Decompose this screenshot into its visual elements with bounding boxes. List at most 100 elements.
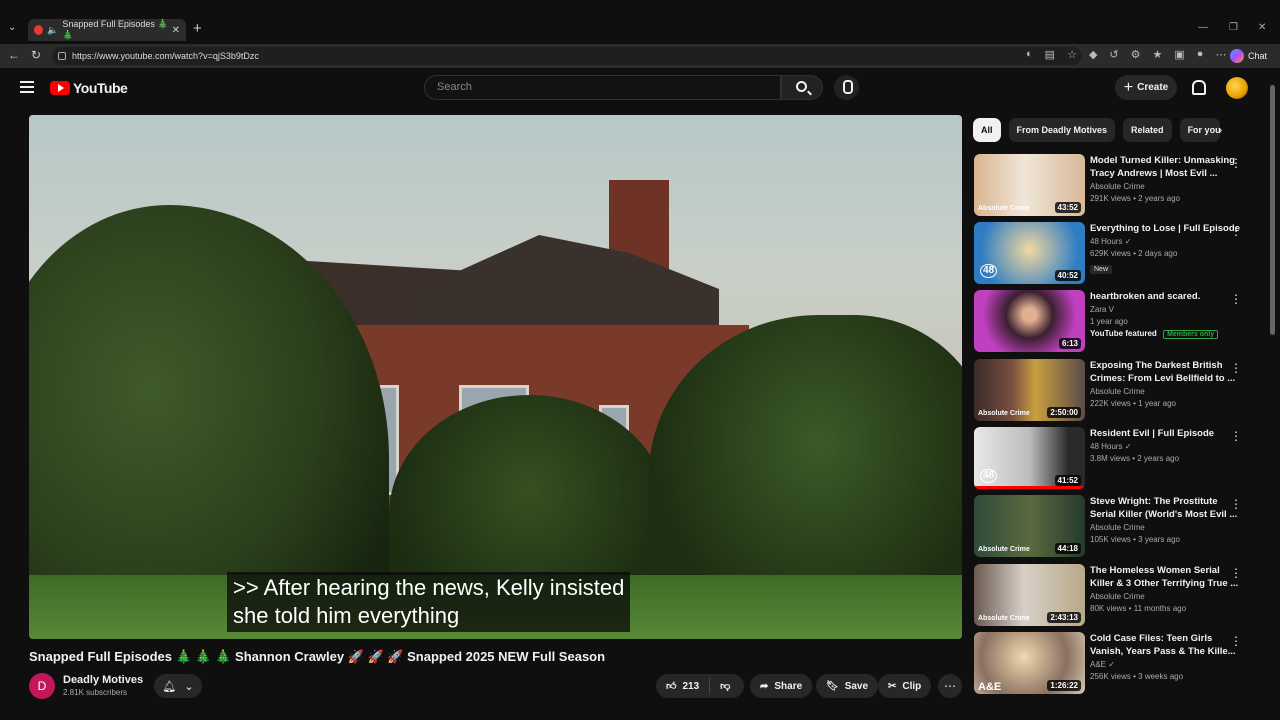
search-input[interactable]: Search — [424, 75, 781, 100]
share-label: Share — [774, 680, 803, 692]
collections-icon[interactable]: ▣ — [1174, 48, 1184, 61]
dislike-button[interactable]: 👎︎ — [710, 680, 740, 692]
recommendation-item[interactable]: Absolute Crime 44:18 Steve Wright: The P… — [974, 495, 1264, 559]
more-actions-icon[interactable]: ⋯ — [938, 674, 962, 698]
recommendation-channel[interactable]: 48 Hours ✓ — [1090, 237, 1240, 246]
reader-icon[interactable]: ▤ — [1045, 48, 1055, 61]
video-thumbnail[interactable]: Absolute Crime 2:43:13 — [974, 564, 1085, 626]
thumbnail-brand: 48 — [980, 264, 998, 278]
search-button[interactable] — [781, 75, 823, 100]
kebab-menu-icon[interactable]: ⋮ — [1230, 224, 1242, 238]
youtube-logo[interactable]: YouTube — [50, 80, 128, 96]
clip-button[interactable]: ✂ Clip — [878, 674, 932, 698]
account-avatar[interactable] — [1226, 77, 1248, 99]
kebab-menu-icon[interactable]: ⋮ — [1230, 566, 1242, 580]
video-thumbnail[interactable]: Absolute Crime 44:18 — [974, 495, 1085, 557]
recommendation-item[interactable]: Absolute Crime 2:50:00 Exposing The Dark… — [974, 359, 1264, 423]
video-thumbnail[interactable]: Absolute Crime 2:50:00 — [974, 359, 1085, 421]
recommendation-channel[interactable]: 48 Hours ✓ — [1090, 442, 1240, 451]
chat-label: Chat — [1248, 51, 1268, 61]
scrollbar-thumb[interactable] — [1270, 85, 1275, 335]
duration-badge: 1:26:22 — [1047, 680, 1081, 691]
recommendation-item[interactable]: Absolute Crime 43:52 Model Turned Killer… — [974, 154, 1264, 218]
recommendation-item[interactable]: A&E 1:26:22 Cold Case Files: Teen Girls … — [974, 632, 1264, 696]
restore-icon[interactable]: ❐ — [1229, 22, 1238, 33]
new-badge: New — [1090, 265, 1113, 274]
kebab-menu-icon[interactable]: ⋮ — [1230, 156, 1242, 170]
sync-icon[interactable]: ↺ — [1109, 48, 1118, 61]
subscription-notifications-button[interactable]: 🔔︎ ⌄ — [154, 674, 202, 698]
channel-avatar[interactable]: D — [29, 673, 55, 699]
recommendation-title[interactable]: Exposing The Darkest British Crimes: Fro… — [1090, 359, 1240, 385]
extension-icon[interactable]: ◆ — [1089, 48, 1097, 61]
favorites-icon[interactable]: ★ — [1153, 48, 1163, 61]
video-thumbnail[interactable]: A&E 1:26:22 — [974, 632, 1085, 694]
favorite-star-icon[interactable]: ☆ — [1067, 48, 1077, 61]
more-menu-icon[interactable]: ⋯ — [1215, 48, 1226, 61]
duration-badge: 2:43:13 — [1047, 612, 1081, 623]
extensions-puzzle-icon[interactable]: ⚙ — [1131, 48, 1141, 61]
video-thumbnail[interactable]: 48 40:52 — [974, 222, 1085, 284]
chip-from-channel[interactable]: From Deadly Motives — [1008, 118, 1116, 142]
kebab-menu-icon[interactable]: ⋮ — [1230, 292, 1242, 306]
kebab-menu-icon[interactable]: ⋮ — [1230, 361, 1242, 375]
recommendation-channel[interactable]: Absolute Crime — [1090, 592, 1240, 601]
copilot-chat-button[interactable]: Chat — [1230, 47, 1267, 65]
video-thumbnail[interactable]: Absolute Crime 43:52 — [974, 154, 1085, 216]
video-thumbnail[interactable]: 6:13 — [974, 290, 1085, 352]
close-tab-icon[interactable]: ✕ — [172, 25, 180, 36]
menu-hamburger-icon[interactable] — [20, 81, 34, 96]
recommendation-item[interactable]: 48 40:52 Everything to Lose | Full Episo… — [974, 222, 1264, 286]
chip-for-you[interactable]: For you — [1179, 118, 1220, 142]
like-button[interactable]: 👍︎ 213 — [656, 678, 711, 694]
notifications-bell-icon[interactable] — [1190, 80, 1206, 95]
recommendation-channel[interactable]: Zara V — [1090, 305, 1240, 314]
recommendation-channel[interactable]: Absolute Crime — [1090, 387, 1240, 396]
thumbnail-brand: A&E — [978, 681, 1002, 693]
recommendation-title[interactable]: The Homeless Women Serial Killer & 3 Oth… — [1090, 564, 1240, 590]
video-thumbnail[interactable]: 48 41:52 — [974, 427, 1085, 489]
recommendation-title[interactable]: Cold Case Files: Teen Girls Vanish, Year… — [1090, 632, 1240, 658]
speaker-icon[interactable]: 🔈 — [47, 25, 58, 36]
recommendation-title[interactable]: Everything to Lose | Full Episode — [1090, 222, 1240, 235]
back-icon[interactable]: ← — [8, 48, 20, 62]
thumbnail-brand: 48 — [980, 469, 998, 483]
recommendation-title[interactable]: Resident Evil | Full Episode — [1090, 427, 1240, 440]
page-scrollbar[interactable] — [1268, 75, 1276, 695]
recommendation-channel[interactable]: A&E ✓ — [1090, 660, 1240, 669]
profile-icon[interactable]: ● — [1197, 48, 1204, 61]
translate-icon[interactable]: ◐ — [1026, 48, 1033, 61]
duration-badge: 43:52 — [1054, 202, 1081, 213]
site-info-icon[interactable] — [58, 52, 66, 60]
recommendation-item[interactable]: 6:13 heartbroken and scared. Zara V 1 ye… — [974, 290, 1264, 354]
chevron-right-icon[interactable]: › — [1218, 122, 1222, 137]
recommendation-item[interactable]: Absolute Crime 2:43:13 The Homeless Wome… — [974, 564, 1264, 628]
chip-all[interactable]: All — [973, 118, 1001, 142]
recommendation-title[interactable]: Steve Wright: The Prostitute Serial Kill… — [1090, 495, 1240, 521]
minimize-icon[interactable]: — — [1198, 22, 1208, 33]
chip-related[interactable]: Related — [1123, 118, 1172, 142]
kebab-menu-icon[interactable]: ⋮ — [1230, 429, 1242, 443]
share-button[interactable]: ➦ Share — [750, 674, 813, 698]
create-button[interactable]: + Create — [1115, 75, 1177, 100]
youtube-play-icon — [50, 81, 70, 95]
search-icon — [796, 81, 807, 92]
recommendation-channel[interactable]: Absolute Crime — [1090, 523, 1240, 532]
window-close-icon[interactable]: ✕ — [1258, 22, 1266, 33]
refresh-icon[interactable]: ↻ — [31, 48, 41, 62]
recommendation-channel[interactable]: Absolute Crime — [1090, 182, 1240, 191]
recommendation-title[interactable]: heartbroken and scared. — [1090, 290, 1240, 303]
new-tab-icon[interactable]: + — [193, 20, 202, 37]
tab-list-chevron-icon[interactable]: ⌄ — [8, 22, 16, 33]
browser-tab[interactable]: 🔈 Snapped Full Episodes 🎄 🎄 ✕ — [28, 19, 186, 41]
video-player[interactable]: >> After hearing the news, Kelly insiste… — [29, 115, 962, 639]
voice-search-icon[interactable] — [834, 75, 859, 100]
recommendation-title[interactable]: Model Turned Killer: Unmasking Tracy And… — [1090, 154, 1240, 180]
save-button[interactable]: 🔖︎ Save — [816, 674, 879, 698]
kebab-menu-icon[interactable]: ⋮ — [1230, 497, 1242, 511]
kebab-menu-icon[interactable]: ⋮ — [1230, 634, 1242, 648]
channel-name[interactable]: Deadly Motives — [63, 674, 143, 686]
duration-badge: 40:52 — [1054, 270, 1081, 281]
recommendation-item[interactable]: 48 41:52 Resident Evil | Full Episode 48… — [974, 427, 1264, 491]
url-field[interactable]: https://www.youtube.com/watch?v=qjS3b9tD… — [52, 47, 1082, 65]
